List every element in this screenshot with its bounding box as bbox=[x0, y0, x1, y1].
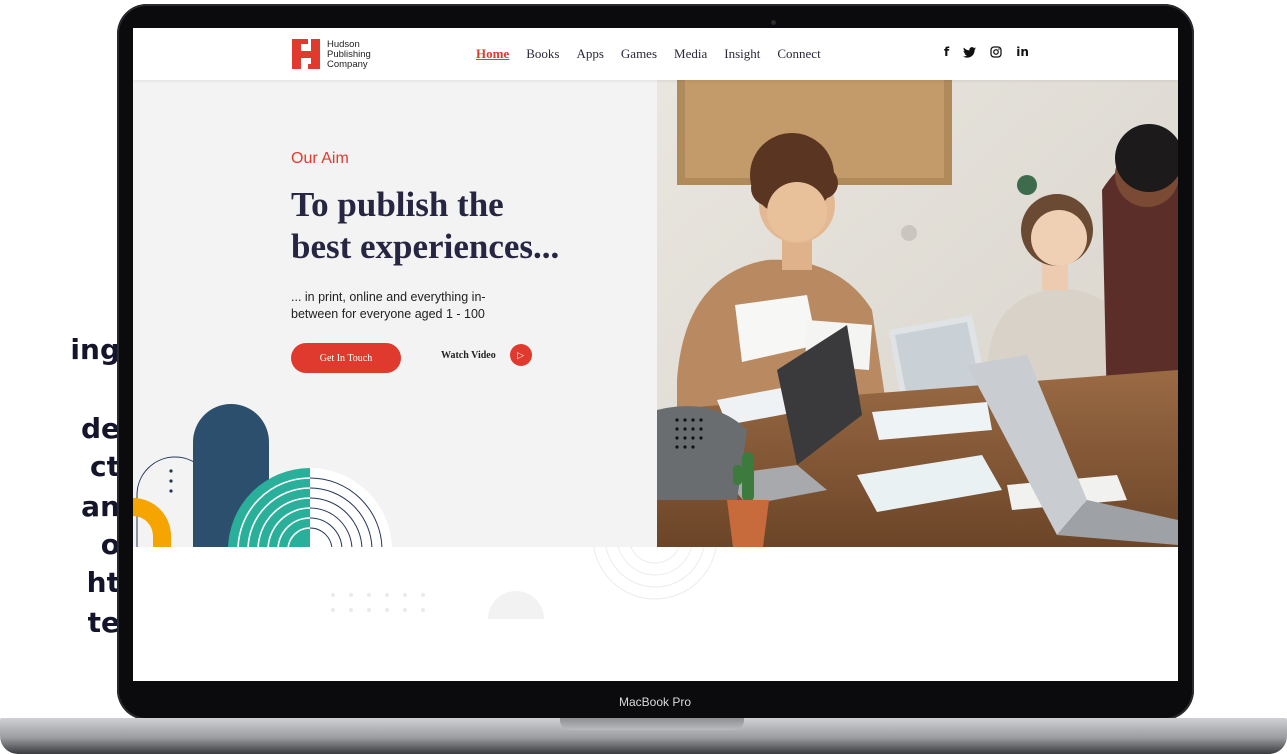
nav-connect[interactable]: Connect bbox=[777, 46, 820, 62]
camera-icon bbox=[771, 20, 776, 25]
side-text-line: te bbox=[87, 606, 120, 639]
subtext-line: between for everyone aged 1 - 100 bbox=[291, 307, 485, 321]
side-text-line: ing bbox=[70, 333, 120, 366]
side-text-line: an bbox=[81, 490, 120, 523]
nav-home[interactable]: Home bbox=[476, 46, 509, 62]
nav-media[interactable]: Media bbox=[674, 46, 707, 62]
main-nav: Home Books Apps Games Media Insight Conn… bbox=[476, 46, 821, 62]
site-header: Hudson Publishing Company Home Books App… bbox=[133, 28, 1178, 80]
instagram-icon[interactable] bbox=[990, 46, 1002, 58]
side-text-line: de bbox=[80, 412, 120, 445]
watch-video-button[interactable]: Watch Video ▷ bbox=[441, 344, 532, 366]
play-icon[interactable]: ▷ bbox=[509, 344, 532, 366]
laptop-brand-label: MacBook Pro bbox=[618, 695, 692, 709]
get-in-touch-button[interactable]: Get In Touch bbox=[291, 343, 401, 373]
headline-line: To publish the bbox=[291, 185, 504, 224]
hero-photo-team-meeting bbox=[657, 80, 1178, 547]
hero-eyebrow: Our Aim bbox=[291, 150, 349, 167]
subtext-line: ... in print, online and everything in- bbox=[291, 290, 486, 304]
nav-books[interactable]: Books bbox=[526, 46, 559, 62]
side-text-line: ct bbox=[90, 450, 120, 483]
hero-content: Our Aim To publish the best experiences.… bbox=[133, 80, 657, 547]
nav-insight[interactable]: Insight bbox=[724, 46, 760, 62]
hero-headline: To publish the best experiences... bbox=[291, 184, 651, 268]
decorative-shapes bbox=[133, 404, 392, 547]
nav-games[interactable]: Games bbox=[621, 46, 657, 62]
social-links: f in bbox=[944, 45, 1029, 59]
twitter-icon[interactable] bbox=[963, 46, 977, 58]
side-text-line: ht bbox=[86, 566, 120, 599]
logo-text[interactable]: Hudson Publishing Company bbox=[327, 40, 387, 70]
facebook-icon[interactable]: f bbox=[944, 45, 949, 59]
laptop-notch bbox=[560, 718, 744, 730]
hero-subtext: ... in print, online and everything in- … bbox=[291, 289, 541, 323]
background-decorations bbox=[331, 547, 717, 619]
logo-line: Company bbox=[327, 59, 368, 70]
headline-line: best experiences... bbox=[291, 227, 560, 266]
cropped-side-text: ing de ct an o ht te bbox=[0, 0, 120, 754]
hudson-logo-mark[interactable] bbox=[291, 37, 325, 71]
linkedin-icon[interactable]: in bbox=[1016, 45, 1029, 59]
watch-video-label: Watch Video bbox=[441, 349, 496, 361]
nav-apps[interactable]: Apps bbox=[576, 46, 603, 62]
website-screen: Hudson Publishing Company Home Books App… bbox=[133, 28, 1178, 681]
